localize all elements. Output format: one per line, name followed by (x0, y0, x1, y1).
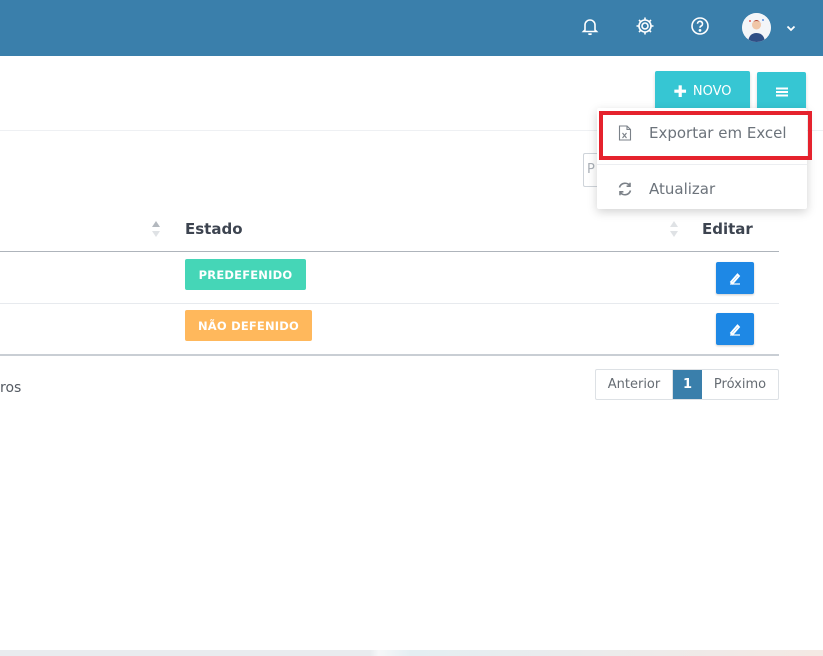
status-badge: NÃO DEFENIDO (185, 310, 312, 341)
table-header-divider (0, 251, 779, 252)
actions-dropdown: Exportar em Excel Atualizar (597, 108, 807, 209)
column-header-editar: Editar (702, 220, 753, 238)
menu-item-export-excel[interactable]: Exportar em Excel (597, 113, 807, 153)
menu-divider (597, 164, 807, 165)
gear-icon[interactable] (633, 14, 657, 38)
menu-item-label: Atualizar (649, 180, 716, 198)
menu-button[interactable] (757, 72, 806, 112)
new-button[interactable]: ✚ NOVO (655, 71, 750, 112)
sort-icon[interactable] (151, 220, 161, 238)
excel-file-icon (617, 125, 633, 141)
status-badge: PREDEFENIDO (185, 259, 306, 290)
pagination: Anterior 1 Próximo (595, 369, 779, 400)
avatar[interactable] (742, 13, 771, 42)
pagination-next[interactable]: Próximo (702, 370, 778, 399)
edit-button[interactable] (716, 313, 754, 345)
row-divider (0, 303, 779, 304)
new-button-label: NOVO (692, 84, 732, 99)
bottom-strip (0, 650, 823, 656)
table-info: ros (0, 380, 22, 396)
pencil-icon (729, 324, 741, 336)
menu-item-refresh[interactable]: Atualizar (597, 169, 807, 209)
help-icon[interactable] (688, 14, 712, 38)
hamburger-icon (775, 87, 788, 97)
pagination-previous[interactable]: Anterior (596, 370, 673, 399)
pagination-page-1[interactable]: 1 (673, 370, 702, 399)
chevron-down-icon[interactable] (784, 20, 798, 34)
pencil-icon (729, 273, 741, 285)
edit-button[interactable] (716, 262, 754, 294)
sort-icon[interactable] (669, 220, 679, 238)
bell-icon[interactable] (578, 14, 602, 38)
menu-item-label: Exportar em Excel (649, 124, 787, 142)
table-footer-divider (0, 354, 779, 356)
column-header-estado[interactable]: Estado (185, 220, 243, 262)
top-navbar (0, 0, 823, 56)
refresh-icon (617, 181, 633, 197)
plus-icon: ✚ (673, 81, 687, 101)
